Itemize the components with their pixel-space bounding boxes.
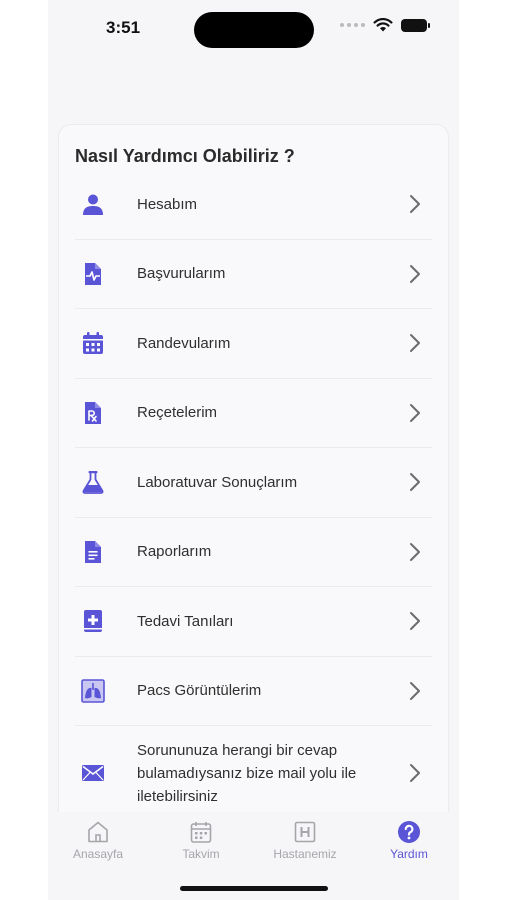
user-icon <box>81 192 105 216</box>
status-icons <box>340 18 430 32</box>
tab-yardim[interactable]: Yardım <box>359 820 459 861</box>
menu-item-label: Raporlarım <box>137 543 212 561</box>
menu-item-randevularim[interactable]: Randevularım <box>75 309 432 379</box>
tab-label: Hastanemiz <box>273 847 337 861</box>
menu-item-tedavi-tanilari[interactable]: Tedavi Tanıları <box>75 587 432 657</box>
home-indicator[interactable] <box>180 886 328 891</box>
menu-item-label: Pacs Görüntülerim <box>137 682 262 700</box>
battery-icon <box>401 18 430 32</box>
menu-item-label: Reçetelerim <box>137 404 218 422</box>
tab-label: Yardım <box>390 847 428 861</box>
menu-item-label: Sorununuza herangi bir cevap bulamadıysa… <box>137 741 357 805</box>
menu-item-laboratuvar[interactable]: Laboratuvar Sonuçlarım <box>75 448 432 518</box>
prescription-icon <box>81 401 105 425</box>
lungs-xray-icon <box>81 678 105 703</box>
menu-item-raporlarim[interactable]: Raporlarım <box>75 518 432 587</box>
chevron-right-icon <box>410 403 420 422</box>
mail-icon <box>81 761 105 785</box>
calendar-icon <box>81 331 105 355</box>
dynamic-island <box>194 12 314 48</box>
menu-item-label: Laboratuvar Sonuçlarım <box>137 473 298 491</box>
medical-book-icon <box>81 609 105 633</box>
help-card: Nasıl Yardımcı Olabiliriz ? Hesabım Başv… <box>59 125 448 825</box>
signal-icon <box>340 23 365 27</box>
menu-item-label: Hesabım <box>137 195 198 213</box>
hospital-icon <box>294 821 316 843</box>
chevron-right-icon <box>410 195 420 214</box>
medical-file-icon <box>81 262 105 286</box>
chevron-right-icon <box>410 764 420 782</box>
tab-anasayfa[interactable]: Anasayfa <box>48 820 148 861</box>
chevron-right-icon <box>410 264 420 283</box>
menu-item-basvurularim[interactable]: Başvurularım <box>75 240 432 309</box>
home-icon <box>88 821 108 843</box>
help-menu: Hesabım Başvurularım Randevularım Reçete… <box>75 170 432 820</box>
chevron-right-icon <box>410 473 420 492</box>
menu-item-label: Tedavi Tanıları <box>137 612 234 630</box>
chevron-right-icon <box>410 681 420 700</box>
tab-takvim[interactable]: Takvim <box>151 820 251 861</box>
chevron-right-icon <box>410 542 420 561</box>
menu-item-label: Başvurularım <box>137 265 226 283</box>
tab-label: Takvim <box>182 847 220 861</box>
wifi-icon <box>373 18 393 32</box>
menu-item-hesabim[interactable]: Hesabım <box>75 170 432 240</box>
page-title: Nasıl Yardımcı Olabiliriz ? <box>75 146 295 166</box>
help-icon <box>398 821 420 843</box>
menu-item-mail[interactable]: Sorununuza herangi bir cevap bulamadıysa… <box>75 726 432 820</box>
flask-icon <box>81 470 105 495</box>
document-icon <box>81 540 105 564</box>
chevron-right-icon <box>410 334 420 353</box>
menu-item-label: Randevularım <box>137 334 231 352</box>
menu-item-pacs[interactable]: Pacs Görüntülerim <box>75 657 432 726</box>
tab-hastanemiz[interactable]: Hastanemiz <box>255 820 355 861</box>
menu-item-recetelerim[interactable]: Reçetelerim <box>75 379 432 448</box>
tab-label: Anasayfa <box>72 847 124 861</box>
phone-screen: 3:51 Nasıl Yardımcı Olabiliriz ? Hesabım <box>48 0 459 900</box>
chevron-right-icon <box>410 612 420 631</box>
calendar-icon <box>190 822 212 843</box>
status-time: 3:51 <box>106 18 141 37</box>
